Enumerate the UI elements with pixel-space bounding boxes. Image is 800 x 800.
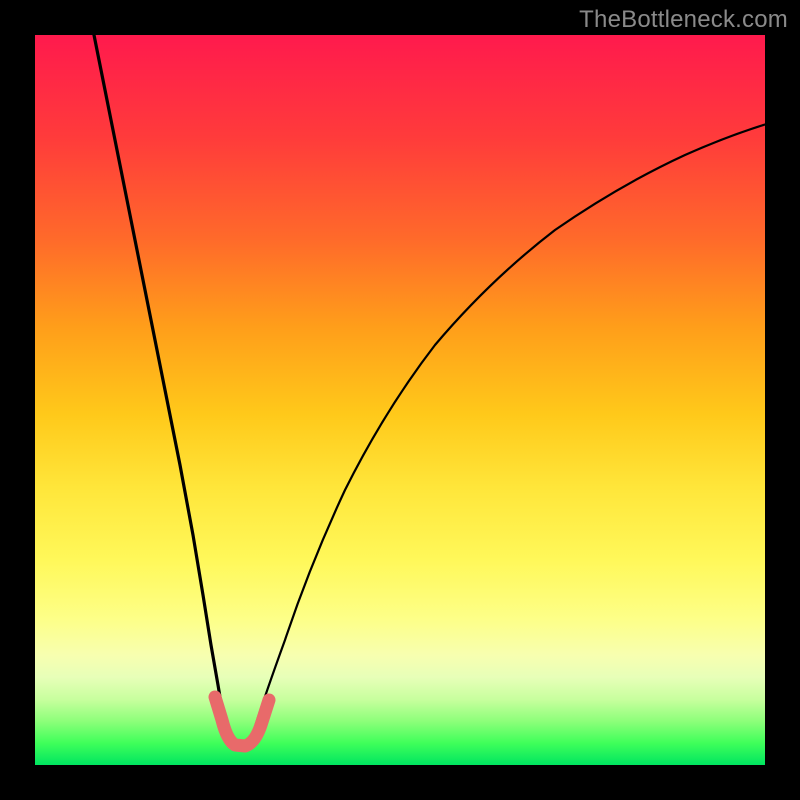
highlight-optimum-segment	[215, 697, 269, 746]
watermark-text: TheBottleneck.com	[579, 6, 788, 34]
curve-left-branch	[93, 30, 227, 733]
chart-frame: TheBottleneck.com	[0, 0, 800, 800]
plot-area	[35, 35, 765, 765]
curve-right-branch	[253, 123, 770, 733]
curve-svg	[35, 35, 765, 765]
